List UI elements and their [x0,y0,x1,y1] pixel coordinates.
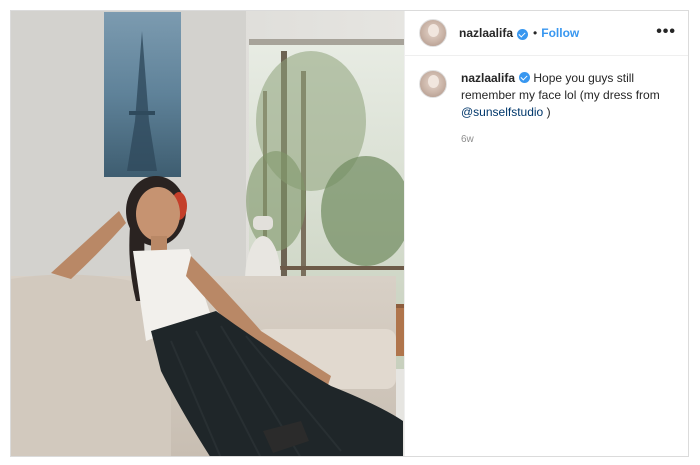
post-photo[interactable] [11,11,404,456]
follow-button[interactable]: Follow [541,26,579,40]
caption-mention-link[interactable]: @sunselfstudio [461,105,543,119]
post-sidebar: nazlaalifa • Follow ••• nazlaalifa Hope … [404,11,688,456]
verified-badge-icon [517,28,529,40]
post-photo-image [11,11,404,456]
header-separator: • [533,26,538,40]
caption-suffix: ) [546,105,551,119]
author-username[interactable]: nazlaalifa [459,26,513,40]
caption-verified-badge-icon [519,72,531,83]
more-options-icon[interactable]: ••• [656,23,676,41]
post-timestamp[interactable]: 6w [461,131,676,148]
post-container: nazlaalifa • Follow ••• nazlaalifa Hope … [10,10,689,457]
caption-body: nazlaalifa Hope you guys still remember … [461,70,676,148]
author-avatar[interactable] [419,19,447,47]
post-header: nazlaalifa • Follow ••• [405,11,688,56]
caption-avatar[interactable] [419,70,447,98]
caption-comment: nazlaalifa Hope you guys still remember … [405,56,688,148]
caption-username[interactable]: nazlaalifa [461,71,515,85]
